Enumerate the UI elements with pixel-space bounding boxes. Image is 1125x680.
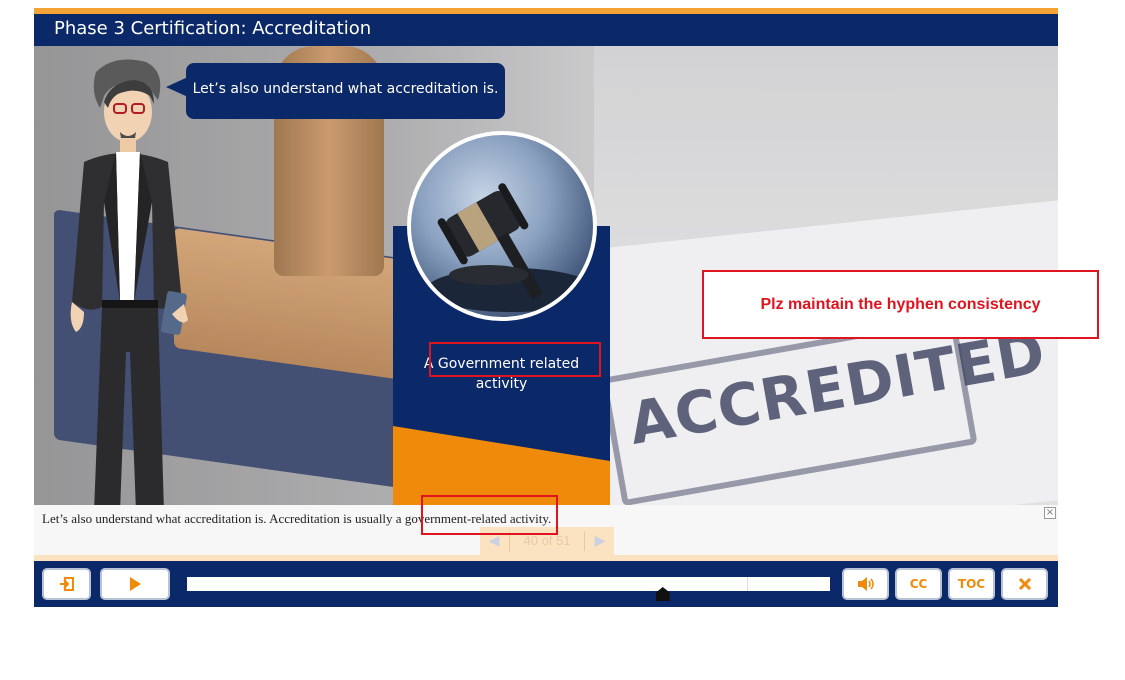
annotation-highlight-caption — [421, 495, 558, 535]
close-button[interactable] — [1001, 568, 1048, 600]
player-controls: CC TOC — [34, 561, 1058, 607]
next-slide-button[interactable]: ▶ — [588, 530, 612, 552]
page-title: Phase 3 Certification: Accreditation — [54, 18, 372, 39]
gavel-icon — [426, 183, 593, 312]
play-button[interactable] — [100, 568, 170, 600]
play-icon — [130, 577, 141, 591]
exit-icon — [59, 577, 74, 591]
gavel-image — [407, 131, 597, 321]
caption-close-button[interactable]: × — [1044, 507, 1056, 519]
exit-button[interactable] — [42, 568, 91, 600]
review-comment: Plz maintain the hyphen consistency — [702, 270, 1099, 339]
review-comment-text: Plz maintain the hyphen consistency — [760, 296, 1041, 313]
close-icon — [1018, 577, 1031, 591]
progress-bar[interactable] — [187, 577, 830, 601]
closed-captions-button[interactable]: CC — [895, 568, 942, 600]
volume-icon — [857, 577, 874, 591]
title-bar: Phase 3 Certification: Accreditation — [34, 14, 1058, 46]
table-of-contents-button[interactable]: TOC — [948, 568, 995, 600]
volume-button[interactable] — [842, 568, 889, 600]
speech-bubble-text: Let’s also understand what accreditation… — [192, 81, 499, 97]
card-text-line2: activity — [475, 376, 528, 392]
presenter-character — [70, 59, 188, 556]
annotation-highlight-card — [429, 342, 601, 377]
speech-bubble: Let’s also understand what accreditation… — [166, 63, 505, 119]
slide-count: 40 of 51 — [523, 533, 571, 548]
